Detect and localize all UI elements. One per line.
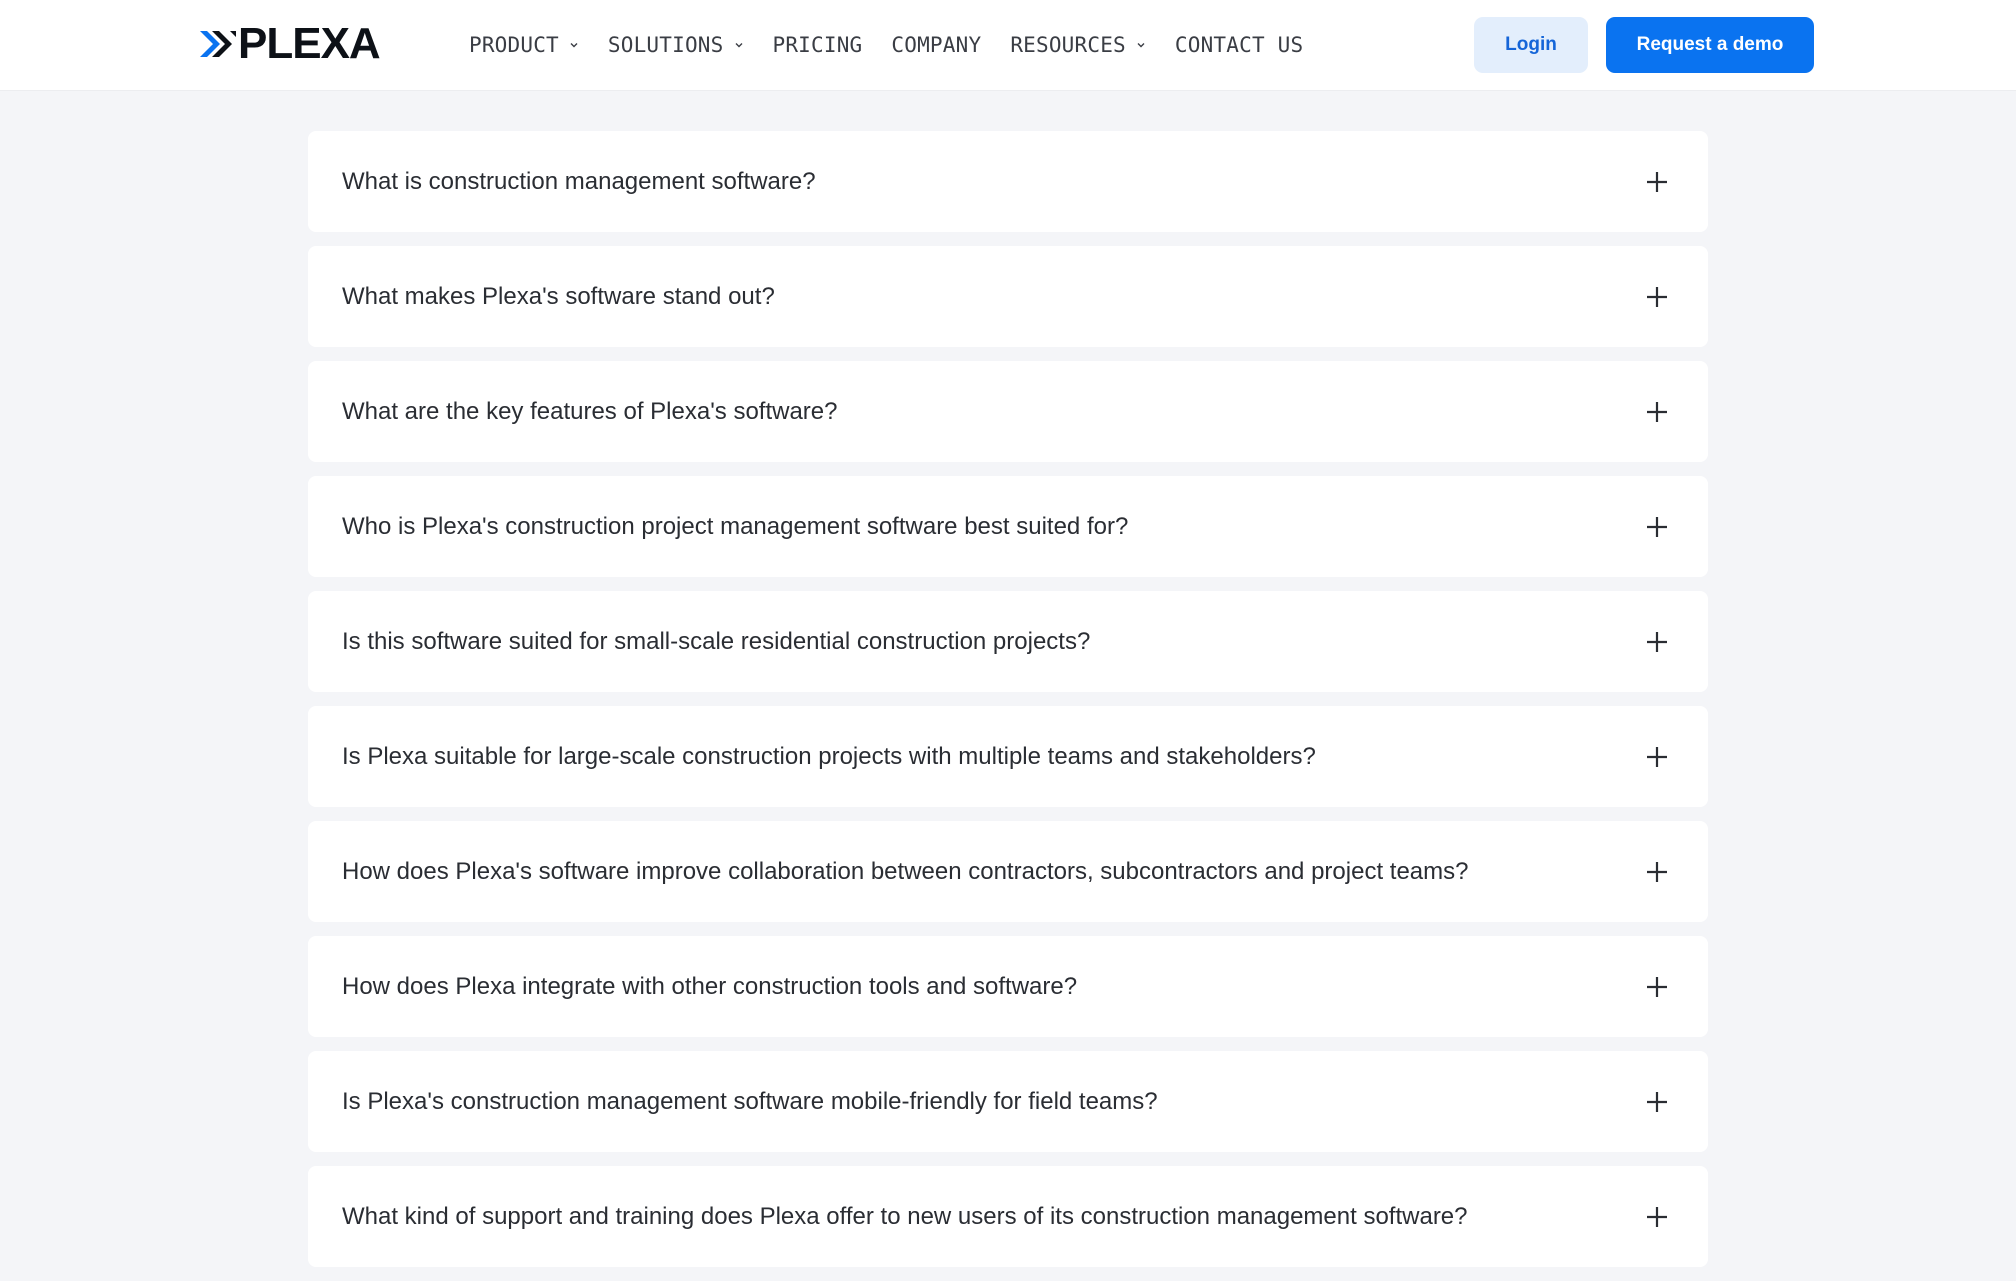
chevron-down-icon: [735, 43, 742, 48]
nav-item-pricing[interactable]: PRICING: [773, 33, 863, 57]
nav-item-solutions[interactable]: SOLUTIONS: [608, 33, 744, 57]
faq-question: What makes Plexa's software stand out?: [342, 282, 775, 310]
faq-question: Is Plexa suitable for large-scale constr…: [342, 742, 1316, 770]
faq-question: What kind of support and training does P…: [342, 1202, 1468, 1230]
plus-icon[interactable]: [1646, 516, 1668, 538]
faq-item[interactable]: What makes Plexa's software stand out?: [308, 246, 1708, 347]
top-navbar: PLEXA PRODUCT SOLUTIONS PRICING COMPANY …: [0, 0, 2016, 90]
faq-question: How does Plexa's software improve collab…: [342, 857, 1469, 885]
plus-icon[interactable]: [1646, 861, 1668, 883]
nav-item-product[interactable]: PRODUCT: [469, 33, 579, 57]
plus-icon[interactable]: [1646, 746, 1668, 768]
faq-item[interactable]: What is construction management software…: [308, 131, 1708, 232]
nav-item-company[interactable]: COMPANY: [891, 33, 981, 57]
faq-question: Is Plexa's construction management softw…: [342, 1087, 1158, 1115]
faq-question: What is construction management software…: [342, 167, 816, 195]
nav-item-label: PRODUCT: [469, 33, 559, 57]
plexa-logo[interactable]: PLEXA: [200, 19, 381, 68]
faq-question: Who is Plexa's construction project mana…: [342, 512, 1129, 540]
nav-item-label: CONTACT US: [1174, 33, 1304, 57]
nav-item-label: PRICING: [772, 33, 863, 57]
faq-question: How does Plexa integrate with other cons…: [342, 972, 1078, 1000]
nav-item-label: SOLUTIONS: [607, 33, 724, 57]
faq-item[interactable]: Is Plexa's construction management softw…: [308, 1051, 1708, 1152]
chevron-down-icon: [1137, 43, 1145, 48]
plus-icon[interactable]: [1646, 286, 1668, 308]
nav-item-label: COMPANY: [891, 33, 982, 57]
plexa-logo-mark-icon: [200, 31, 236, 57]
faq-item[interactable]: How does Plexa's software improve collab…: [308, 821, 1708, 922]
nav-item-contact-us[interactable]: CONTACT US: [1175, 33, 1303, 57]
main-nav: PRODUCT SOLUTIONS PRICING COMPANY RESOUR…: [469, 28, 1332, 62]
faq-item[interactable]: Is this software suited for small-scale …: [308, 591, 1708, 692]
plus-icon[interactable]: [1646, 401, 1668, 423]
faq-item[interactable]: Is Plexa suitable for large-scale constr…: [308, 706, 1708, 807]
faq-item[interactable]: Who is Plexa's construction project mana…: [308, 476, 1708, 577]
nav-item-resources[interactable]: RESOURCES: [1010, 33, 1146, 57]
request-demo-button[interactable]: Request a demo: [1606, 17, 1814, 73]
faq-question: What are the key features of Plexa's sof…: [342, 397, 838, 425]
plus-icon[interactable]: [1646, 631, 1668, 653]
faq-item[interactable]: What are the key features of Plexa's sof…: [308, 361, 1708, 462]
plus-icon[interactable]: [1646, 1091, 1668, 1113]
nav-item-label: RESOURCES: [1010, 33, 1126, 57]
plus-icon[interactable]: [1646, 976, 1668, 998]
plus-icon[interactable]: [1646, 171, 1668, 193]
faq-list: What is construction management software…: [308, 131, 1708, 1281]
faq-item[interactable]: How does Plexa integrate with other cons…: [308, 936, 1708, 1037]
faq-item[interactable]: What kind of support and training does P…: [308, 1166, 1708, 1267]
chevron-down-icon: [570, 43, 578, 48]
plus-icon[interactable]: [1646, 1206, 1668, 1228]
login-button[interactable]: Login: [1474, 17, 1588, 73]
logo-wordmark: PLEXA: [238, 19, 381, 68]
faq-question: Is this software suited for small-scale …: [342, 627, 1091, 655]
